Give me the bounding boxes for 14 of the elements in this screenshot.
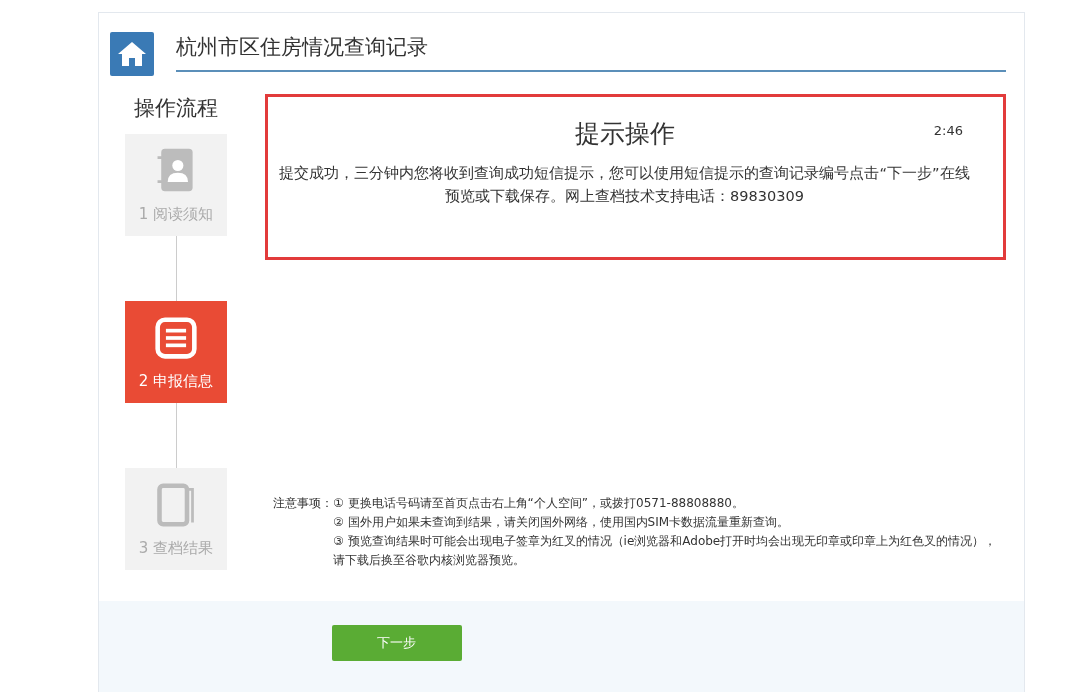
note-text: ② 国外用户如果未查询到结果，请关闭国外网络，使用国内SIM卡数据流量重新查询。 xyxy=(333,514,791,531)
note-text: ③ 预览查询结果时可能会出现电子签章为红叉的情况（ie浏览器和Adobe打开时均会出现无印章或印章上为红色叉的情况），请下载后换至谷歌内核浏览器预览。 xyxy=(333,533,998,569)
notice-title: 提示操作 xyxy=(574,118,675,150)
note-text: ① 更换电话号码请至首页点击右上角“个人空间”，或拨打0571-88808880。 xyxy=(333,495,745,512)
notice-message: 提交成功，三分钟内您将收到查询成功短信提示，您可以使用短信提示的查询记录编号点击“下一步”在线预览或下载保存。网上查档技术支持电话：89830309 xyxy=(278,164,971,206)
home-icon[interactable] xyxy=(110,32,154,76)
process-title: 操作流程 xyxy=(134,95,218,122)
next-step-button[interactable]: 下一步 xyxy=(331,625,462,661)
notes-label: 注意事项： xyxy=(273,495,333,512)
step-tab[interactable]: 1 阅读须知 xyxy=(125,134,227,236)
countdown-timer: 2:46 xyxy=(933,123,963,138)
page-title: 杭州市区住房情况查询记录 xyxy=(176,27,1006,72)
step-tab[interactable]: 3 查档结果 xyxy=(125,468,227,570)
step-tab[interactable]: 2 申报信息 xyxy=(125,301,227,403)
